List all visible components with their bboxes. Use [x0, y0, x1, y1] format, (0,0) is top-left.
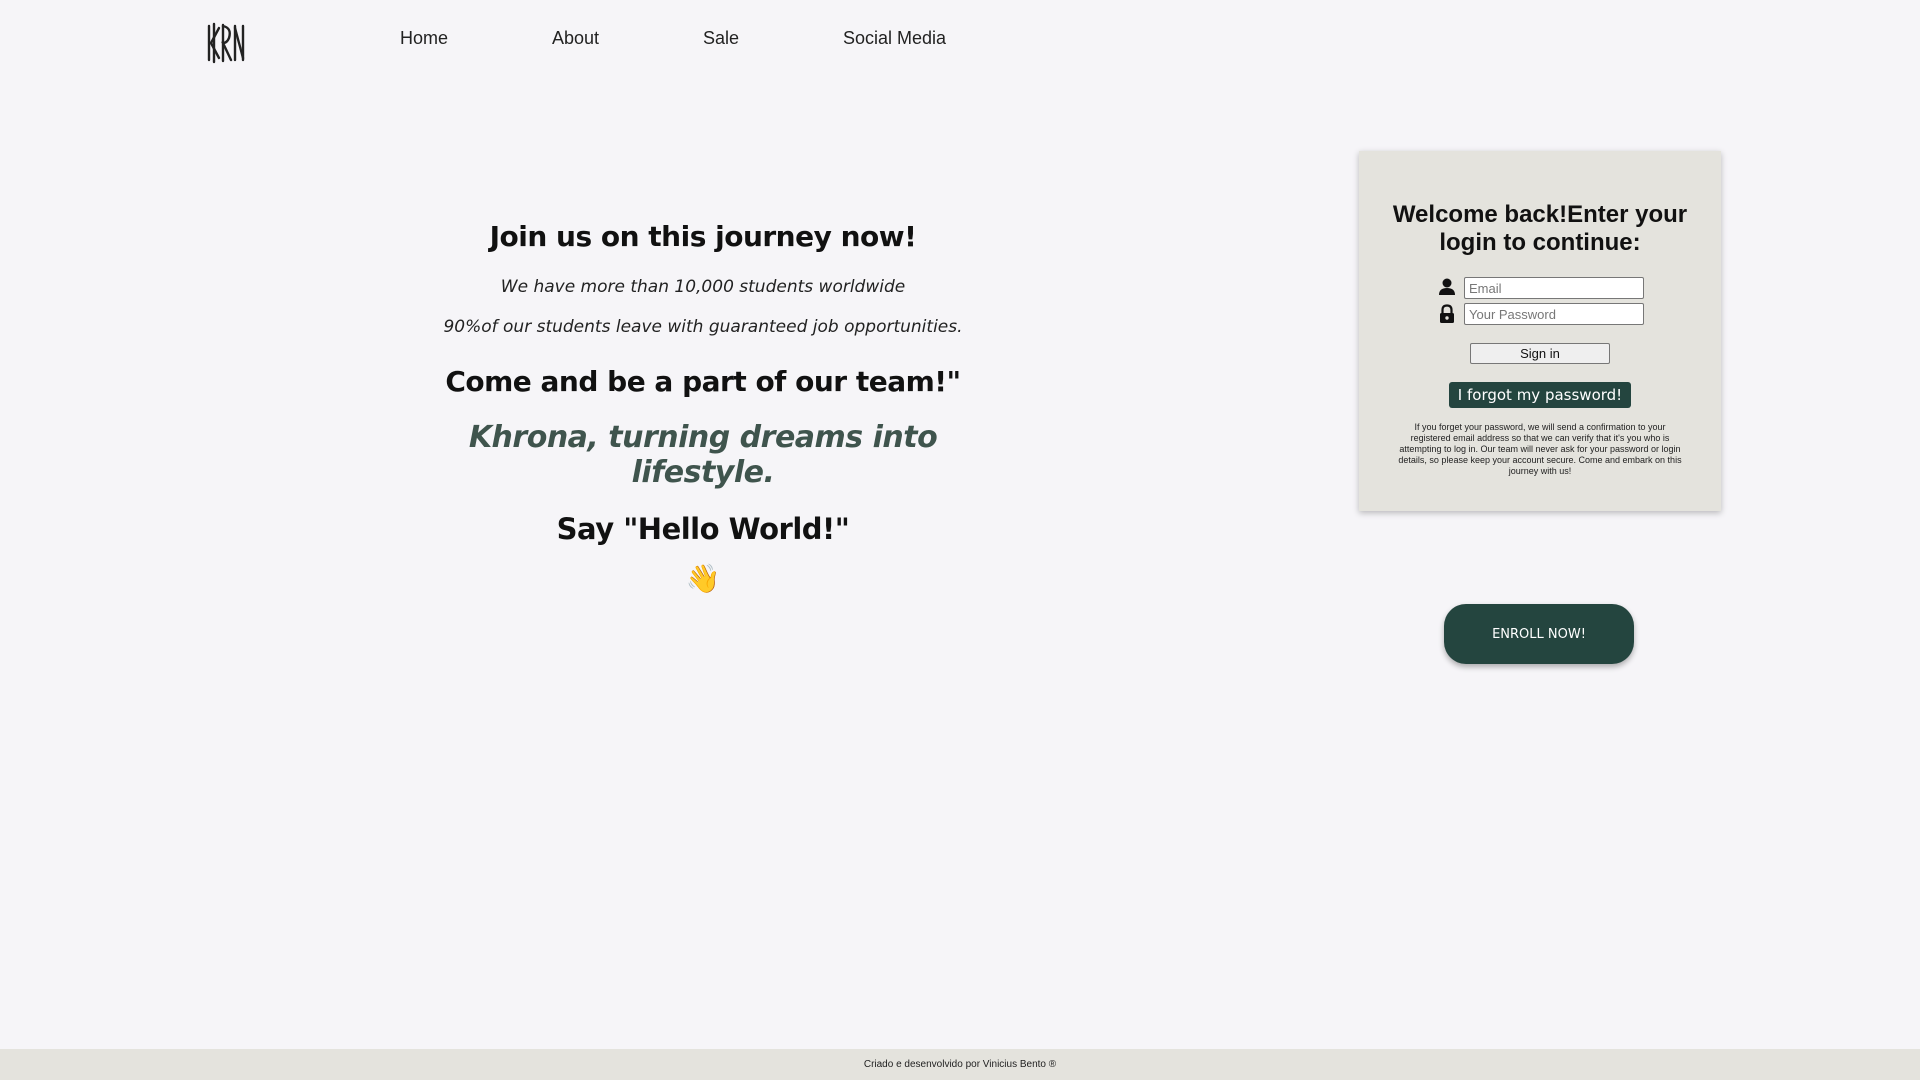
nav-social-media[interactable]: Social Media [843, 28, 946, 49]
user-icon [1439, 278, 1455, 295]
login-panel: Welcome back!Enter your login to continu… [1359, 151, 1721, 511]
enroll-button[interactable]: ENROLL NOW! [1444, 604, 1634, 664]
forgot-password-button[interactable]: I forgot my password! [1448, 382, 1632, 408]
login-title: Welcome back!Enter your login to continu… [1392, 201, 1688, 256]
hero-hello: Say "Hello World!" [556, 512, 850, 546]
login-note: If you forget your password, we will sen… [1398, 422, 1682, 476]
password-input[interactable] [1464, 303, 1644, 325]
nav-about[interactable]: About [552, 28, 599, 49]
hero-subtitle: Come and be a part of our team!" [445, 365, 961, 398]
password-row [1359, 303, 1721, 325]
email-row [1359, 277, 1721, 299]
email-input[interactable] [1464, 277, 1644, 299]
logo[interactable] [203, 22, 247, 64]
footer: Criado e desenvolvido por Vinicius Bento… [0, 1049, 1920, 1080]
signin-button[interactable]: Sign in [1470, 343, 1610, 364]
hero-students-text: We have more than 10,000 students worldw… [500, 277, 906, 297]
lock-icon [1440, 304, 1454, 323]
nav-sale[interactable]: Sale [703, 28, 739, 49]
waving-hand-icon: 👋 [685, 563, 721, 594]
hero-jobs-text: 90%of our students leave with guaranteed… [443, 317, 963, 337]
hero-title: Join us on this journey now! [489, 220, 917, 253]
hero-slogan: Khrona, turning dreams into lifestyle. [468, 420, 938, 490]
nav-home[interactable]: Home [400, 28, 448, 49]
hero-section: Join us on this journey now! We have mor… [403, 220, 1003, 595]
